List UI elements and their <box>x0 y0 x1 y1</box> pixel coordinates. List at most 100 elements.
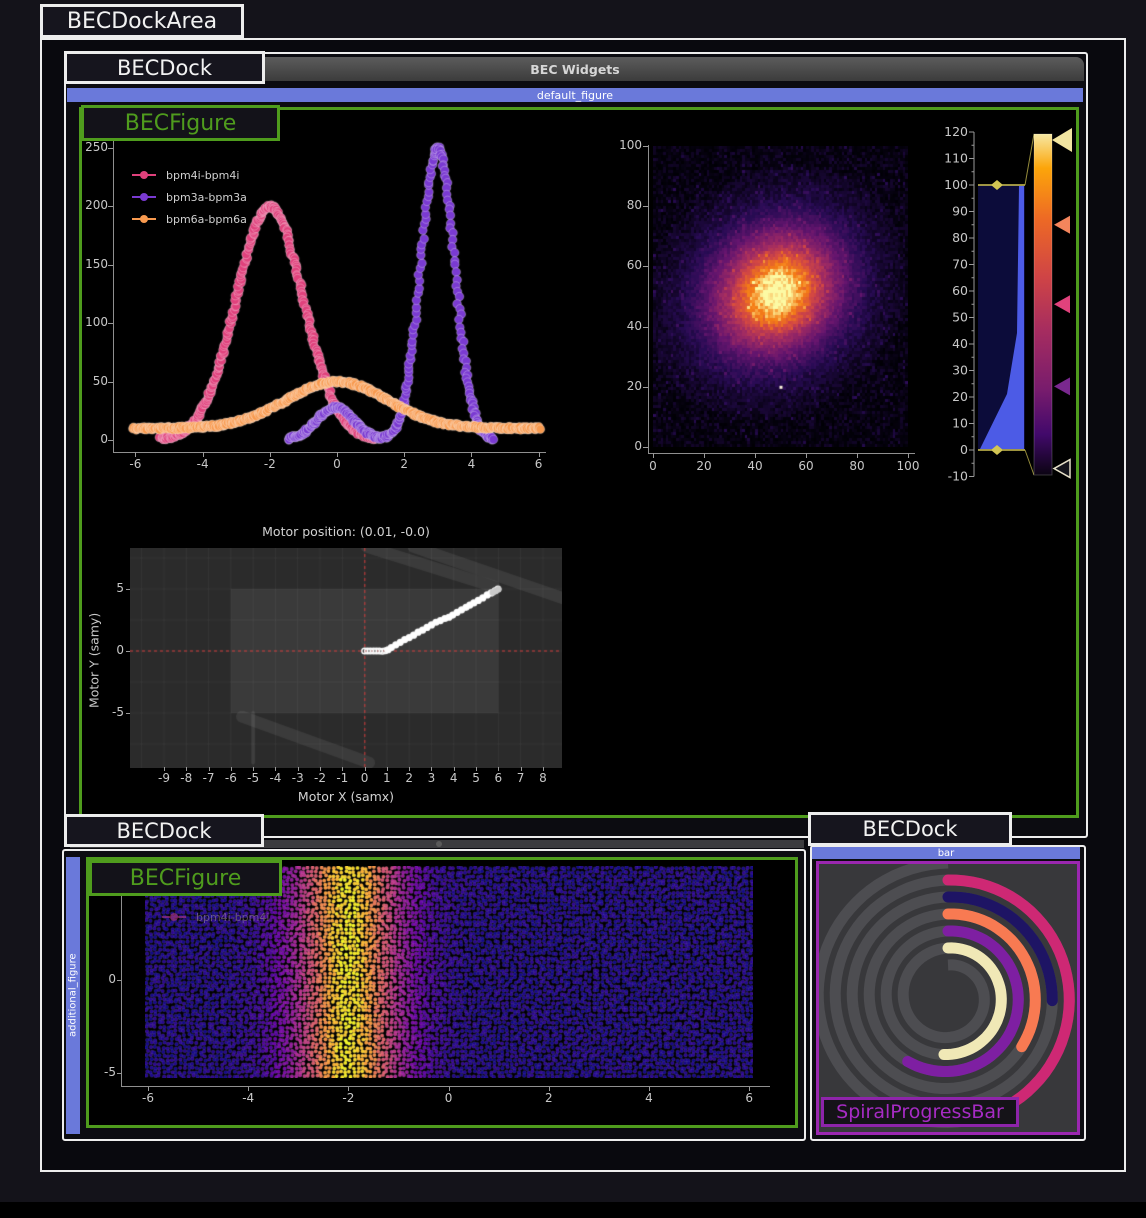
motor-ytick: -5 <box>92 705 124 719</box>
legend-marker <box>132 196 156 198</box>
tick-mark <box>549 1087 550 1091</box>
svg-text:-10: -10 <box>948 469 968 484</box>
tick-mark <box>135 452 136 457</box>
scatter-z-plot[interactable] <box>145 866 753 1078</box>
tick-mark <box>643 327 648 328</box>
legend-dot <box>140 193 148 201</box>
motor-xlabel: Motor X (samx) <box>130 789 562 804</box>
svg-text:30: 30 <box>952 363 968 378</box>
tick-mark <box>471 452 472 457</box>
scatter-xtick: -2 <box>328 1091 368 1105</box>
spiral-progress-label: SpiralProgressBar <box>821 1097 1019 1127</box>
legend-label: bpm4i-bpm4i <box>196 911 269 924</box>
tick-mark <box>498 767 499 771</box>
colorbar-histogram[interactable]: 1201101009080706050403020100-10 <box>930 116 1080 492</box>
tick-mark <box>476 767 477 771</box>
motor-title: Motor position: (0.01, -0.0) <box>130 524 562 539</box>
dock-top-subtitle-bar[interactable]: default_figure <box>67 88 1083 102</box>
tick-mark <box>649 1087 650 1091</box>
heatmap-xtick: 60 <box>786 459 826 473</box>
splitter-handle[interactable] <box>436 841 442 847</box>
tick-mark <box>270 452 271 457</box>
tick-mark <box>108 265 113 266</box>
svg-text:110: 110 <box>944 151 968 166</box>
tick-mark <box>203 452 204 457</box>
tick-mark <box>186 767 187 771</box>
heatmap-ytick: 20 <box>608 379 642 393</box>
tick-mark <box>126 589 130 590</box>
tick-mark <box>643 146 648 147</box>
screenshot-root: BEC Widgets default_figure bpm4i-bpm4ibp… <box>0 0 1146 1218</box>
tick-mark <box>454 767 455 771</box>
tick-mark <box>348 1087 349 1091</box>
legend-item[interactable]: bpm4i-bpm4i <box>162 910 269 924</box>
tick-mark <box>653 453 654 458</box>
scatter-xtick: -6 <box>128 1091 168 1105</box>
tick-mark <box>749 1087 750 1091</box>
heatmap-ytick: 100 <box>608 138 642 152</box>
heatmap-xtick: 20 <box>684 459 724 473</box>
waveform-xtick: -6 <box>115 457 155 471</box>
figure-label-bottom-left: BECFigure <box>89 860 282 896</box>
tick-mark <box>108 382 113 383</box>
heatmap-xtick: 80 <box>837 459 877 473</box>
scatter-ytick: 0 <box>84 972 116 986</box>
waveform-ytick: 100 <box>70 315 108 329</box>
waveform-ytick: 150 <box>70 257 108 271</box>
legend-item[interactable]: bpm3a-bpm3a <box>132 190 247 204</box>
tick-mark <box>148 1087 149 1091</box>
waveform-xtick: 2 <box>384 457 424 471</box>
tick-mark <box>643 447 648 448</box>
svg-text:0: 0 <box>960 442 968 457</box>
tick-mark <box>108 148 113 149</box>
heatmap-ytick: 80 <box>608 198 642 212</box>
dock-bl-side-title-bar[interactable]: additional_figure <box>66 857 80 1134</box>
tick-mark <box>164 767 165 771</box>
legend-dot <box>170 913 178 921</box>
heatmap-x-axis <box>648 453 915 454</box>
motor-map-plot[interactable] <box>130 548 562 768</box>
tick-mark <box>365 767 366 771</box>
spiral-progress-rings <box>819 864 1077 1132</box>
waveform-legend[interactable]: bpm4i-bpm4i bpm3a-bpm3a bpm6a-bpm6a <box>132 168 247 226</box>
legend-marker <box>132 174 156 176</box>
scatter-x-axis <box>121 1086 770 1087</box>
heatmap-ytick: 0 <box>608 439 642 453</box>
heatmap-y-axis <box>648 145 649 454</box>
scatter-xtick: 4 <box>629 1091 669 1105</box>
motor-xtick: 8 <box>528 771 558 785</box>
scatter-legend[interactable]: bpm4i-bpm4i <box>162 910 269 924</box>
svg-text:60: 60 <box>952 283 968 298</box>
tick-mark <box>117 980 121 981</box>
heatmap-plot[interactable] <box>653 146 908 447</box>
tick-mark <box>409 767 410 771</box>
tick-mark <box>704 453 705 458</box>
waveform-x-axis <box>113 452 546 453</box>
tick-mark <box>231 767 232 771</box>
legend-label: bpm4i-bpm4i <box>166 169 239 182</box>
waveform-xtick: -2 <box>250 457 290 471</box>
heatmap-ytick: 40 <box>608 319 642 333</box>
dock-label-bottom-right: BECDock <box>808 812 1012 846</box>
waveform-xtick: 0 <box>317 457 357 471</box>
scatter-xtick: -4 <box>228 1091 268 1105</box>
tick-mark <box>108 206 113 207</box>
dock-label-bottom-left: BECDock <box>64 814 264 847</box>
tick-mark <box>755 453 756 458</box>
legend-item[interactable]: bpm6a-bpm6a <box>132 212 247 226</box>
spiral-track <box>903 948 984 1038</box>
tick-mark <box>908 453 909 458</box>
legend-item[interactable]: bpm4i-bpm4i <box>132 168 247 182</box>
tick-mark <box>117 1073 121 1074</box>
tick-mark <box>337 452 338 457</box>
tick-mark <box>298 767 299 771</box>
waveform-xtick: 6 <box>519 457 559 471</box>
heatmap-xtick: 100 <box>888 459 928 473</box>
waveform-xtick: -4 <box>183 457 223 471</box>
tick-mark <box>387 767 388 771</box>
dock-br-title-bar[interactable]: bar <box>812 847 1080 859</box>
legend-marker <box>132 218 156 220</box>
heatmap-xtick: 0 <box>633 459 673 473</box>
tick-mark <box>543 767 544 771</box>
scatter-ytick: -5 <box>84 1065 116 1079</box>
